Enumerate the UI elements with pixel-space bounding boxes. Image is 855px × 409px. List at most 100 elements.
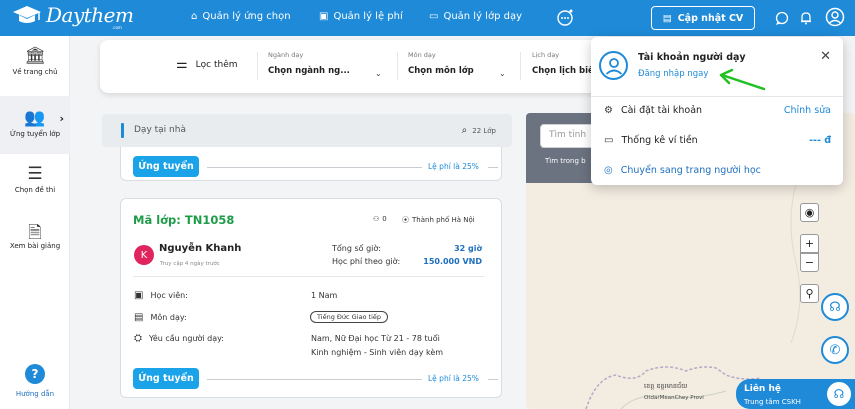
more-options-icon[interactable] [556, 8, 574, 26]
sliders-icon: ⚌ [176, 57, 188, 72]
bell-icon[interactable] [797, 9, 815, 27]
search-icon: ⌕ [461, 125, 468, 136]
map-label: OtdarMeanChey Provi [644, 395, 704, 401]
book-icon: ▤ [134, 312, 144, 323]
subject-row: ▤ Môn dạy: [134, 312, 187, 323]
cv-button-label: Cập nhật CV [677, 12, 744, 24]
nav-item-ung-chon[interactable]: ⌂ Quản lý ứng chọn [191, 11, 291, 22]
user-icon [599, 51, 628, 80]
nav-item-le-phi[interactable]: ▣ Quản lý lệ phí [319, 11, 403, 22]
subject-tag: Tiếng Đức Giao tiếp [310, 311, 389, 323]
chevron-down-icon: ⌄ [375, 69, 382, 78]
subject-label: Môn dạy: [150, 313, 187, 322]
tag-icon: ⌂ [191, 11, 198, 22]
divider [488, 167, 498, 168]
class-count[interactable]: ⌕ 22 Lớp [462, 125, 496, 136]
teaching-type-label: Dạy tại nhà [134, 125, 186, 135]
wallet-balance: --- đ [809, 135, 831, 146]
close-icon[interactable]: ✕ [820, 49, 831, 64]
divider [488, 379, 498, 380]
filter-label: Ngành dạy [268, 51, 304, 59]
sidebar-item-apply-class[interactable]: 👥 Ứng tuyển lớp › [0, 96, 70, 154]
wallet-icon: ▭ [604, 135, 614, 146]
teacher-icon: ⛭ [134, 333, 142, 344]
sidebar-item-exam[interactable]: ☰ Chọn đề thi [0, 164, 70, 204]
location-value: Thành phố Hà Nội [412, 216, 475, 224]
wallet-stats-item[interactable]: ▭ Thống kê ví tiền [604, 135, 698, 146]
avatar: K [134, 245, 154, 265]
sidebar-item-label: Ứng tuyển lớp [9, 130, 61, 138]
divider [133, 276, 484, 277]
map-search-input[interactable]: Tìm tỉnh [540, 124, 598, 148]
filter-major[interactable]: Ngành dạy Chọn ngành ng... ⌄ [268, 51, 388, 78]
students-row: ▣ Học viên: [134, 290, 188, 301]
nav-item-lop-day[interactable]: ▭ Quản lý lớp dạy [429, 11, 522, 22]
brand-name: Daythem [46, 3, 134, 27]
brand-sub: .com [112, 25, 122, 30]
user-circle-icon: ◎ [604, 165, 613, 176]
sidebar-item-home[interactable]: 🏛 Về trang chủ [0, 46, 70, 94]
filter-value: Chọn lịch biểu [532, 66, 592, 76]
headset-icon: ☊ [827, 382, 851, 406]
nav-label: Quản lý lớp dạy [443, 11, 522, 22]
users-icon: ⚇ [373, 215, 380, 223]
logo[interactable]: Daythem [12, 3, 134, 27]
requirements-label: Yêu cầu người dạy: [149, 334, 224, 343]
filter-label: Môn dạy [408, 51, 436, 59]
edit-link[interactable]: Chỉnh sửa [784, 105, 831, 116]
zoom-out-button[interactable]: − [800, 253, 819, 272]
filter-subject[interactable]: Môn dạy Chọn môn lớp ⌄ [408, 51, 508, 78]
message-icon[interactable] [773, 9, 791, 27]
phone-icon: ✆ [829, 342, 841, 358]
document-icon: 🗎 [28, 223, 42, 243]
call-fab[interactable]: ✆ [821, 336, 849, 364]
tutor-name[interactable]: Nguyễn Khanh [159, 243, 241, 254]
hourly-fee-value: 150.000 VND [423, 257, 482, 266]
map-person-button[interactable]: ⚲ [800, 284, 819, 303]
account-icon[interactable] [825, 7, 845, 27]
filter-value: Chọn ngành ng... [268, 66, 350, 76]
contact-sub: Trung tâm CSKH [744, 398, 801, 406]
apply-button[interactable]: Ứng tuyển [133, 368, 199, 389]
sidebar-item-label: Chọn đề thi [14, 186, 56, 194]
filter-bar: ⚌ Lọc thêm Ngành dạy Chọn ngành ng... ⌄ … [100, 40, 620, 93]
sidebar: 🏛 Về trang chủ 👥 Ứng tuyển lớp › ☰ Chọn … [0, 36, 70, 409]
account-popup: Tài khoản người dạy Đăng nhập ngay ✕ ⚙ C… [591, 37, 843, 185]
class-count-label: 22 Lớp [472, 126, 496, 135]
filter-toggle-label: Lọc thêm [195, 59, 238, 70]
filter-value: Chọn môn lớp [408, 66, 474, 76]
headset-icon: ☊ [829, 299, 841, 315]
divider [520, 52, 521, 80]
person-add-icon: ⚲ [805, 287, 814, 300]
support-fab[interactable]: ☊ [821, 293, 849, 321]
apply-button[interactable]: Ứng tuyển [133, 156, 199, 177]
list-icon: ☰ [27, 164, 43, 184]
divider [591, 96, 843, 97]
bank-icon: 🏛 [24, 46, 46, 66]
sidebar-item-help[interactable]: ? Hướng dẫn [0, 364, 70, 404]
update-cv-button[interactable]: ▤ Cập nhật CV [651, 6, 755, 30]
sidebar-item-label: Hướng dẫn [15, 390, 55, 398]
account-settings-item[interactable]: ⚙ Cài đặt tài khoản [604, 105, 702, 116]
chevron-right-icon: › [59, 112, 64, 125]
question-icon: ? [25, 364, 45, 384]
plus-icon: + [804, 237, 815, 250]
chevron-down-icon: ⌄ [499, 69, 506, 78]
filter-schedule[interactable]: Lịch dạy Chọn lịch biểu [532, 51, 592, 76]
item-label: Cài đặt tài khoản [620, 105, 703, 116]
contact-widget[interactable]: Liên hệ Trung tâm CSKH ☊ [736, 379, 855, 409]
fee-note: Lệ phí là 25% [428, 162, 479, 171]
sidebar-item-label: Về trang chủ [12, 68, 58, 76]
login-link[interactable]: Đăng nhập ngay [638, 69, 708, 79]
item-label: Thống kê ví tiền [621, 135, 698, 146]
contact-title: Liên hệ [744, 384, 781, 394]
switch-to-learner-item[interactable]: ◎ Chuyển sang trang người học [604, 165, 761, 176]
receipt-icon: ▣ [319, 11, 329, 22]
arrow-annotation-icon [719, 68, 766, 91]
more-filters-button[interactable]: ⚌ Lọc thêm [176, 57, 238, 72]
locate-me-button[interactable]: ◉ [800, 203, 819, 222]
sidebar-item-label: Xem bài giảng [9, 242, 61, 250]
sidebar-item-lectures[interactable]: 🗎 Xem bài giảng [0, 220, 70, 260]
group-icon: 👥 [24, 108, 46, 128]
zoom-in-button[interactable]: + [800, 234, 819, 253]
